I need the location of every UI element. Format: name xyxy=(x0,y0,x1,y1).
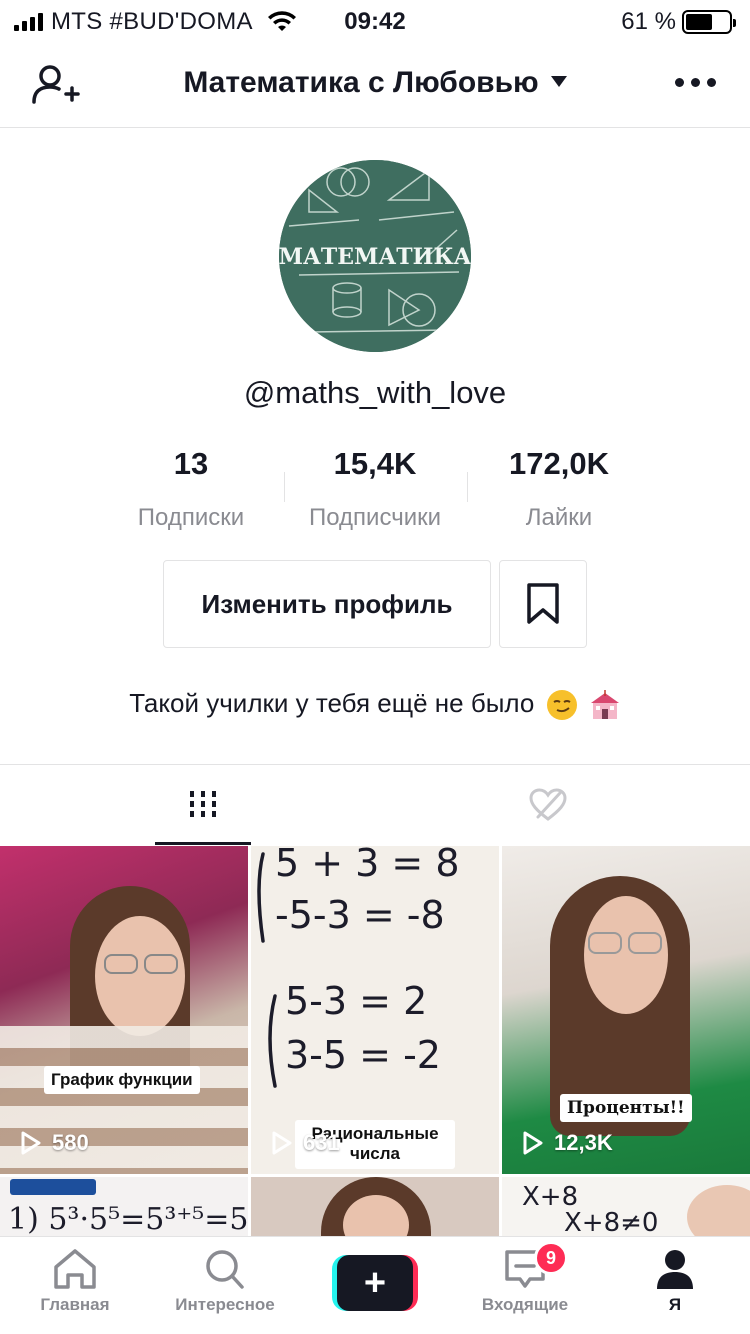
view-count-value: 580 xyxy=(52,1130,89,1155)
video-thumbnail[interactable]: График функции 580 xyxy=(0,846,248,1174)
video-grid: График функции 580 5 + 3 = 8 -5-3 = -8 5… xyxy=(0,846,750,1236)
math-formula: X+8 X+8≠0 xyxy=(522,1182,750,1236)
view-count-value: 631 xyxy=(303,1130,340,1155)
hidden-heart-icon xyxy=(529,788,567,821)
bio: Такой училки у тебя ещё не было xyxy=(0,688,750,721)
play-icon xyxy=(523,1131,543,1155)
view-count: 580 xyxy=(20,1130,89,1156)
video-caption: Проценты!! xyxy=(560,1094,692,1123)
nav-label: Главная xyxy=(40,1295,110,1314)
stat-value: 13 xyxy=(173,446,209,481)
play-icon xyxy=(272,1131,292,1155)
account-title: Математика с Любовью xyxy=(183,66,539,99)
nav-me[interactable]: Я xyxy=(600,1247,750,1315)
home-icon xyxy=(54,1249,96,1289)
video-thumbnail[interactable]: 1) 5³·5⁵=5³⁺⁵=5⁸ xyxy=(0,1177,248,1236)
battery-icon xyxy=(682,10,736,34)
svg-text:5-3 = 2: 5-3 = 2 xyxy=(285,979,427,1023)
inbox-badge: 9 xyxy=(534,1241,568,1275)
nav-home[interactable]: Главная xyxy=(0,1247,150,1315)
school-emoji-icon xyxy=(590,690,619,720)
search-icon xyxy=(206,1250,244,1289)
stat-likes[interactable]: 172,0K Лайки xyxy=(468,446,650,532)
profile-stats: 13 Подписки 15,4K Подписчики 172,0K Лайк… xyxy=(0,446,750,536)
plus-icon: + xyxy=(337,1255,413,1311)
avatar-text: МАТЕМАТИКА xyxy=(279,244,471,270)
bookmark-icon xyxy=(527,583,559,624)
video-thumbnail[interactable]: X+8 X+8≠0 xyxy=(502,1177,750,1236)
video-caption: График функции xyxy=(44,1066,200,1095)
bottom-nav: Главная Интересное + 9 Входящие Я xyxy=(0,1236,750,1334)
username: @maths_with_love xyxy=(243,375,507,410)
profile-header: Математика с Любовью xyxy=(0,42,750,128)
svg-text:1) 5³·5⁵=5³⁺⁵=5⁸: 1) 5³·5⁵=5³⁺⁵=5⁸ xyxy=(8,1202,248,1236)
stat-value: 172,0K xyxy=(509,446,609,481)
view-count-value: 12,3K xyxy=(554,1130,613,1155)
video-thumbnail[interactable]: Проценты!! 12,3K xyxy=(502,846,750,1174)
tab-videos[interactable] xyxy=(155,765,251,845)
chevron-down-icon xyxy=(550,75,567,87)
more-options-icon[interactable] xyxy=(675,78,716,87)
bio-text: Такой училки у тебя ещё не было xyxy=(129,688,535,718)
stat-value: 15,4K xyxy=(333,446,417,481)
nav-inbox[interactable]: 9 Входящие xyxy=(450,1241,600,1315)
nav-label: Я xyxy=(668,1295,682,1314)
video-thumbnail[interactable]: 5 + 3 = 8 -5-3 = -8 5-3 = 2 3-5 = -2 Рац… xyxy=(251,846,499,1174)
status-bar: MTS #BUD'DOMA 09:42 61 % xyxy=(0,0,750,42)
nav-label: Входящие xyxy=(481,1295,569,1314)
view-count: 12,3K xyxy=(522,1130,613,1156)
svg-text:-5-3 = -8: -5-3 = -8 xyxy=(275,893,445,937)
smirk-emoji-icon xyxy=(546,690,577,721)
stat-followers[interactable]: 15,4K Подписчики xyxy=(285,446,465,532)
play-icon xyxy=(21,1131,41,1155)
stat-label: Лайки xyxy=(525,504,593,531)
stat-label: Подписки xyxy=(137,504,245,531)
grid-icon xyxy=(190,790,216,817)
nav-discover[interactable]: Интересное xyxy=(150,1247,300,1315)
edit-profile-button[interactable]: Изменить профиль xyxy=(163,560,491,648)
account-switcher[interactable]: Математика с Любовью xyxy=(0,66,750,100)
nav-label: Интересное xyxy=(175,1295,275,1314)
profile-icon xyxy=(657,1250,693,1289)
stat-label: Подписчики xyxy=(308,504,442,531)
tab-liked[interactable] xyxy=(500,765,596,845)
svg-text:5 + 3 = 8: 5 + 3 = 8 xyxy=(275,846,460,885)
content-tabs xyxy=(0,764,750,846)
battery-percent: 61 % xyxy=(621,8,676,35)
svg-text:3-5 = -2: 3-5 = -2 xyxy=(285,1033,441,1077)
create-video-button[interactable]: + xyxy=(332,1255,418,1311)
favorites-button[interactable] xyxy=(499,560,587,648)
stat-following[interactable]: 13 Подписки xyxy=(100,446,282,532)
view-count: 631 xyxy=(271,1130,340,1156)
video-thumbnail[interactable] xyxy=(251,1177,499,1236)
svg-text:X+8≠0: X+8≠0 xyxy=(564,1208,658,1236)
avatar[interactable]: МАТЕМАТИКА xyxy=(279,160,471,352)
